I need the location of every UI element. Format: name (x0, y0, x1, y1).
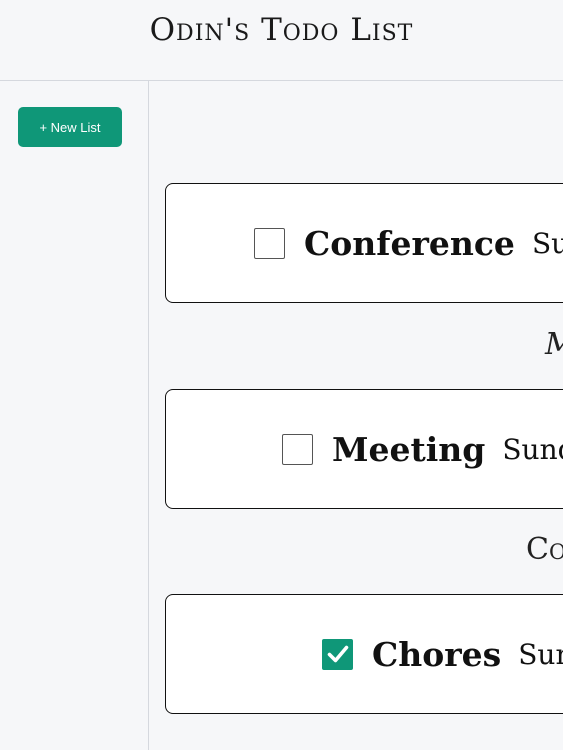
todo-card-conference[interactable]: Conference Sund (165, 183, 563, 303)
todo-checkbox[interactable] (282, 433, 313, 465)
sidebar: + New List (0, 81, 149, 750)
todo-title: Chores (372, 634, 502, 674)
todo-area: Conference Sund M Meeting Sunday Co Chor… (150, 81, 563, 750)
app-title: Odin's Todo List (149, 12, 414, 48)
app-header: Odin's Todo List (0, 0, 563, 81)
todo-checkbox[interactable] (254, 227, 285, 259)
list-label: Co (526, 532, 563, 567)
todo-date: Sund (531, 226, 563, 260)
todo-checkbox[interactable] (322, 638, 353, 670)
todo-card-meeting[interactable]: Meeting Sunday (165, 389, 563, 509)
new-list-button[interactable]: + New List (18, 107, 122, 147)
list-label: M (545, 327, 563, 362)
check-icon (327, 645, 348, 663)
todo-date: Sunday (502, 432, 563, 466)
todo-title: Meeting (332, 429, 486, 469)
todo-title: Conference (304, 223, 515, 263)
todo-date: Sund (518, 637, 563, 671)
todo-card-chores[interactable]: Chores Sund (165, 594, 563, 714)
